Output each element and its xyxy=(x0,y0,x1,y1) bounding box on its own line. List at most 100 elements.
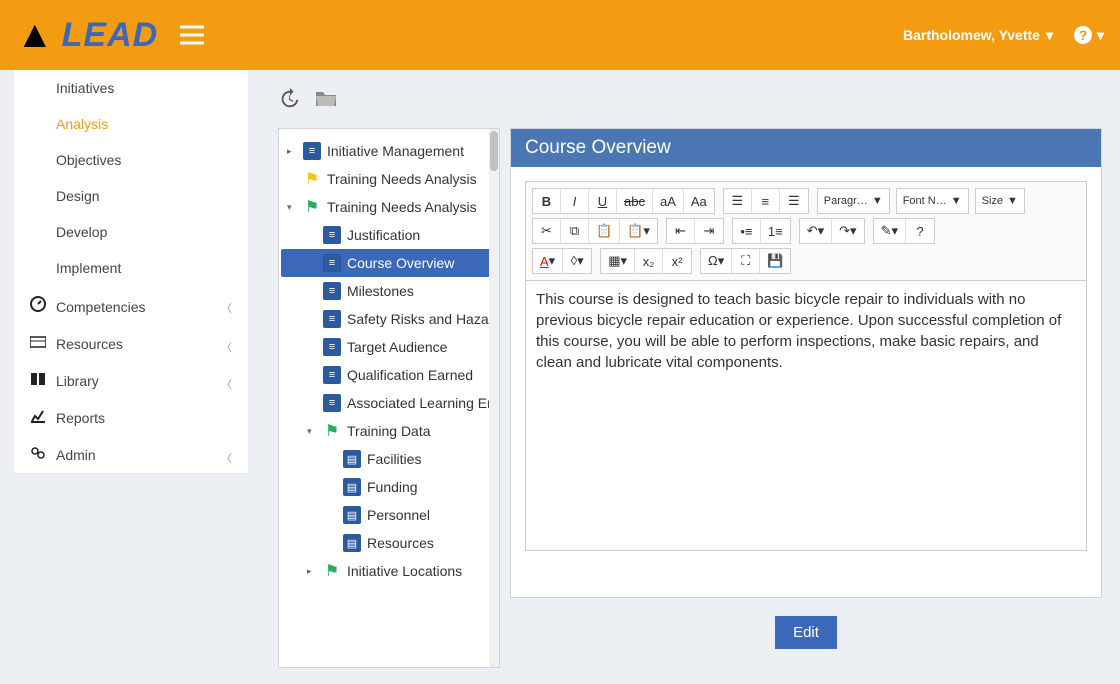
sidebar-item-library[interactable]: Library 〈 xyxy=(14,362,248,399)
tree-item[interactable]: ≡ Milestones xyxy=(281,277,495,305)
tree-item[interactable]: ▤Resources xyxy=(281,529,495,557)
sidebar-item-design[interactable]: Design xyxy=(14,178,248,214)
user-menu[interactable]: Bartholomew, Yvette ▾ xyxy=(903,27,1053,44)
number-list-button[interactable]: 1≡ xyxy=(761,219,790,243)
undo-button[interactable]: ↶▾ xyxy=(800,219,832,243)
indent-button[interactable]: ⇥ xyxy=(695,219,723,243)
tree-item[interactable]: ▾⚑Training Needs Analysis xyxy=(281,193,495,221)
tree-item[interactable]: ▤Funding xyxy=(281,473,495,501)
tree-item-label: Resources xyxy=(367,535,434,551)
tree-item[interactable]: ≡Safety Risks and Hazards xyxy=(281,305,495,333)
subscript-button[interactable]: x₂ xyxy=(635,249,663,273)
tree-item-label: Initiative Management xyxy=(327,143,464,159)
underline-button[interactable]: U xyxy=(589,189,617,213)
superscript-button[interactable]: x² xyxy=(663,249,691,273)
tree-item[interactable]: ⚑Training Needs Analysis xyxy=(281,165,495,193)
tree-item-label: Qualification Earned xyxy=(347,367,473,383)
tree-item-label: Target Audience xyxy=(347,339,447,355)
tree-item[interactable]: ≡Course Overview xyxy=(281,249,495,277)
brand-name: LEAD xyxy=(62,16,159,55)
document-icon: ≡ xyxy=(323,366,341,384)
strikethrough-button[interactable]: abc xyxy=(617,189,653,213)
fullscreen-button[interactable]: ⛶ xyxy=(732,249,760,273)
font-name-select[interactable]: Font N… ▼ xyxy=(896,188,969,214)
tree-caret-icon: ▾ xyxy=(307,426,317,437)
outdent-button[interactable]: ⇤ xyxy=(667,219,695,243)
redo-button[interactable]: ↷▾ xyxy=(832,219,863,243)
folder-button[interactable] xyxy=(314,88,338,110)
sidebar-item-resources[interactable]: Resources〈 xyxy=(14,325,248,362)
symbol-button[interactable]: Ω▾ xyxy=(701,249,732,273)
table-button[interactable]: ▦▾ xyxy=(601,249,635,273)
paragraph-select[interactable]: Paragr… ▼ xyxy=(817,188,890,214)
bold-button[interactable]: B xyxy=(533,189,561,213)
sidebar-item-label: Design xyxy=(56,188,100,204)
chevron-left-icon: 〈 xyxy=(221,339,232,355)
svg-text:?: ? xyxy=(1079,27,1088,43)
sidebar-item-admin[interactable]: Admin〈 xyxy=(14,436,248,473)
copy-button[interactable]: ⧉ xyxy=(561,219,589,243)
sidebar-item-analysis[interactable]: Analysis xyxy=(14,106,248,142)
tree-item[interactable]: ▤Personnel xyxy=(281,501,495,529)
sidebar-item-label: Reports xyxy=(56,410,105,426)
tree-item-label: Training Needs Analysis xyxy=(327,199,477,215)
chevron-left-icon: 〈 xyxy=(221,376,232,392)
tree-item[interactable]: ▸≡Initiative Management xyxy=(281,137,495,165)
tree-item[interactable]: ≡Justification xyxy=(281,221,495,249)
tree-item[interactable]: ≡ Qualification Earned xyxy=(281,361,495,389)
sidebar-item-label: Library xyxy=(56,373,99,389)
tree-item-label: Training Data xyxy=(347,423,431,439)
book-icon xyxy=(30,372,48,386)
tree-item[interactable]: ▾⚑Training Data xyxy=(281,417,495,445)
tree-item[interactable]: ≡ Target Audience xyxy=(281,333,495,361)
save-draft-button[interactable]: 💾 xyxy=(760,249,790,273)
document-icon: ≡ xyxy=(323,282,341,300)
sidebar-item-implement[interactable]: Implement xyxy=(14,250,248,286)
sidebar-item-reports[interactable]: Reports xyxy=(14,399,248,436)
font-size-select[interactable]: Size▼ xyxy=(975,188,1025,214)
document-icon: ≡ xyxy=(323,338,341,356)
folder-icon xyxy=(314,88,338,110)
help-toolbar-button[interactable]: ? xyxy=(906,219,934,243)
menu-toggle-button[interactable] xyxy=(180,25,204,45)
highlight-button[interactable]: ✎▾ xyxy=(874,219,906,243)
align-right-button[interactable]: ☰ xyxy=(780,189,808,213)
hamburger-icon xyxy=(180,25,204,45)
tree-scrollbar[interactable] xyxy=(489,129,499,667)
paste-button[interactable]: 📋 xyxy=(589,219,620,243)
document-icon: ≡ xyxy=(323,254,341,272)
tree-item-label: Personnel xyxy=(367,507,430,523)
align-left-button[interactable]: ☰ xyxy=(724,189,752,213)
tree-scroll-thumb[interactable] xyxy=(490,131,498,171)
bullet-list-button[interactable]: •≡ xyxy=(733,219,761,243)
sidebar-item-competencies[interactable]: Competencies〈 xyxy=(14,286,248,325)
paste-options-button[interactable]: 📋▾ xyxy=(620,219,657,243)
cut-button[interactable]: ✂ xyxy=(533,219,561,243)
italic-button[interactable]: I xyxy=(561,189,589,213)
help-menu[interactable]: ? ▾ xyxy=(1073,25,1104,45)
tree-item-label: Initiative Locations xyxy=(347,563,462,579)
align-center-button[interactable]: ≡ xyxy=(752,189,780,213)
document-icon: ≡ xyxy=(323,226,341,244)
sidebar-item-develop[interactable]: Develop xyxy=(14,214,248,250)
gears-icon xyxy=(30,446,48,460)
tree-item-label: Safety Risks and Hazards xyxy=(347,311,500,327)
caret-down-icon: ▾ xyxy=(1046,27,1053,44)
tree-item[interactable]: ≡Associated Learning Environments xyxy=(281,389,495,417)
sidebar-item-objectives[interactable]: Objectives xyxy=(14,142,248,178)
text-color-button[interactable]: A▾ xyxy=(533,249,563,273)
app-header: ▲ LEAD Bartholomew, Yvette ▾ ? ▾ xyxy=(0,0,1120,70)
bg-color-button[interactable]: ◊▾ xyxy=(563,249,591,273)
font-button[interactable]: Aa xyxy=(684,189,714,213)
sidebar-item-label: Objectives xyxy=(56,152,121,168)
history-button[interactable] xyxy=(278,88,300,110)
editor-textarea[interactable]: This course is designed to teach basic b… xyxy=(525,281,1087,551)
edit-button[interactable]: Edit xyxy=(775,616,837,649)
tree-item[interactable]: ▸⚑Initiative Locations xyxy=(281,557,495,585)
caret-down-icon: ▾ xyxy=(1097,27,1104,44)
tree-item-label: Milestones xyxy=(347,283,414,299)
tree-item[interactable]: ▤Facilities xyxy=(281,445,495,473)
case-button[interactable]: aA xyxy=(653,189,684,213)
tree-caret-icon: ▸ xyxy=(307,566,317,577)
sidebar-item-initiatives[interactable]: Initiatives xyxy=(14,70,248,106)
